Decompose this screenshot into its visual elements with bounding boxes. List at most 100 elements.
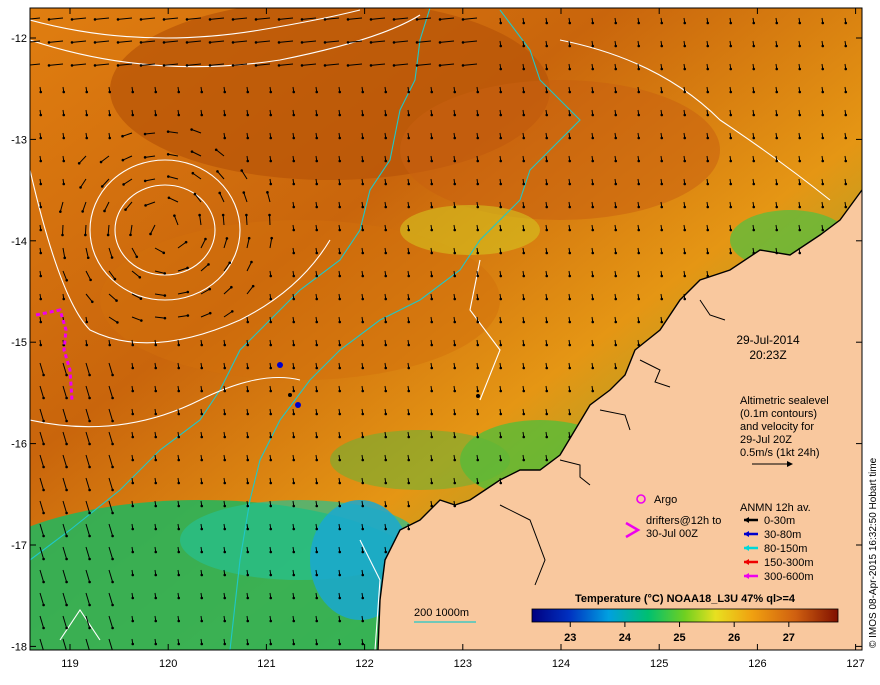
sst-map-figure: 119120121122123124125126127 -12-13-14-15…	[0, 0, 880, 680]
velocity-arrowhead	[522, 344, 525, 347]
velocity-arrowhead	[361, 344, 364, 347]
velocity-arrowhead	[42, 512, 45, 515]
velocity-arrowhead	[338, 91, 341, 94]
velocity-arrowhead	[111, 604, 114, 607]
velocity-arrowhead	[111, 443, 114, 446]
velocity-arrowhead	[122, 159, 125, 162]
velocity-arrowhead	[185, 241, 188, 244]
velocity-arrowhead	[407, 390, 410, 393]
velocity-arrowhead	[315, 114, 318, 117]
velocity-arrowhead	[499, 137, 502, 140]
velocity-arrowhead	[209, 18, 212, 21]
velocity-arrowhead	[775, 137, 778, 140]
velocity-arrowhead	[844, 45, 847, 48]
velocity-arrowhead	[111, 535, 114, 538]
velocity-arrowhead	[218, 192, 221, 195]
velocity-arrowhead	[25, 18, 28, 21]
velocity-arrowhead	[545, 160, 548, 163]
velocity-arrowhead	[416, 41, 419, 44]
lat-tick-label: -18	[11, 641, 27, 653]
velocity-arrowhead	[292, 436, 295, 439]
velocity-arrowhead	[614, 275, 617, 278]
velocity-arrowhead	[140, 319, 143, 322]
colorbar-tick-label: 23	[564, 632, 576, 644]
velocity-arrowhead	[660, 321, 663, 324]
velocity-arrowhead	[315, 137, 318, 140]
velocity-arrowhead	[347, 41, 350, 44]
velocity-arrowhead	[209, 41, 212, 44]
velocity-arrowhead	[81, 210, 84, 213]
velocity-arrowhead	[568, 252, 571, 255]
velocity-arrowhead	[269, 528, 272, 531]
velocity-arrowhead	[48, 41, 51, 44]
velocity-arrowhead	[140, 297, 143, 300]
velocity-arrowhead	[453, 275, 456, 278]
velocity-arrowhead	[164, 317, 167, 320]
velocity-arrowhead	[154, 436, 157, 439]
velocity-arrowhead	[131, 459, 134, 462]
velocity-arrowhead	[430, 252, 433, 255]
velocity-arrowhead	[453, 321, 456, 324]
velocity-arrowhead	[430, 160, 433, 163]
velocity-arrowhead	[315, 206, 318, 209]
velocity-arrowhead	[591, 91, 594, 94]
velocity-arrowhead	[614, 252, 617, 255]
lon-tick-label: 119	[61, 658, 79, 670]
velocity-arrowhead	[292, 252, 295, 255]
velocity-arrowhead	[131, 91, 134, 94]
lon-tick-label: 122	[355, 658, 373, 670]
velocity-arrowhead	[177, 505, 180, 508]
velocity-arrowhead	[361, 390, 364, 393]
velocity-arrowhead	[844, 206, 847, 209]
velocity-arrowhead	[42, 581, 45, 584]
velocity-arrowhead	[568, 390, 571, 393]
velocity-arrowhead	[246, 620, 249, 623]
velocity-arrowhead	[430, 183, 433, 186]
velocity-arrowhead	[39, 321, 42, 324]
velocity-arrowhead	[39, 252, 42, 255]
velocity-arrowhead	[499, 183, 502, 186]
velocity-arrowhead	[729, 229, 732, 232]
velocity-arrowhead	[88, 535, 91, 538]
velocity-arrowhead	[131, 114, 134, 117]
velocity-arrowhead	[315, 413, 318, 416]
velocity-arrowhead	[223, 551, 226, 554]
velocity-arrowhead	[453, 206, 456, 209]
velocity-arrowhead	[370, 64, 373, 67]
velocity-arrowhead	[242, 191, 245, 194]
velocity-arrowhead	[522, 390, 525, 393]
velocity-arrowhead	[59, 210, 62, 213]
velocity-arrowhead	[65, 489, 68, 492]
velocity-arrowhead	[200, 597, 203, 600]
velocity-arrowhead	[522, 436, 525, 439]
velocity-arrowhead	[177, 367, 180, 370]
velocity-arrowhead	[614, 91, 617, 94]
velocity-arrowhead	[660, 183, 663, 186]
velocity-arrowhead	[545, 298, 548, 301]
velocity-arrowhead	[149, 233, 152, 236]
velocity-arrowhead	[499, 114, 502, 117]
velocity-arrowhead	[61, 234, 64, 237]
velocity-arrowhead	[269, 367, 272, 370]
velocity-arrowhead	[65, 397, 68, 400]
velocity-arrowhead	[315, 275, 318, 278]
velocity-arrowhead	[637, 160, 640, 163]
velocity-arrowhead	[453, 298, 456, 301]
velocity-arrowhead	[637, 68, 640, 71]
velocity-arrowhead	[706, 183, 709, 186]
velocity-arrowhead	[568, 413, 571, 416]
altimetry-note-line: 29-Jul 20Z	[740, 434, 792, 446]
velocity-arrowhead	[545, 114, 548, 117]
velocity-arrowhead	[39, 114, 42, 117]
velocity-arrowhead	[65, 279, 68, 282]
velocity-arrowhead	[476, 137, 479, 140]
velocity-arrowhead	[453, 436, 456, 439]
velocity-arrowhead	[154, 574, 157, 577]
velocity-arrowhead	[499, 252, 502, 255]
altimetry-note-line: Altimetric sealevel	[740, 395, 829, 407]
velocity-arrowhead	[637, 229, 640, 232]
velocity-arrowhead	[246, 459, 249, 462]
velocity-arrowhead	[476, 367, 479, 370]
velocity-arrowhead	[476, 160, 479, 163]
velocity-arrowhead	[88, 558, 91, 561]
